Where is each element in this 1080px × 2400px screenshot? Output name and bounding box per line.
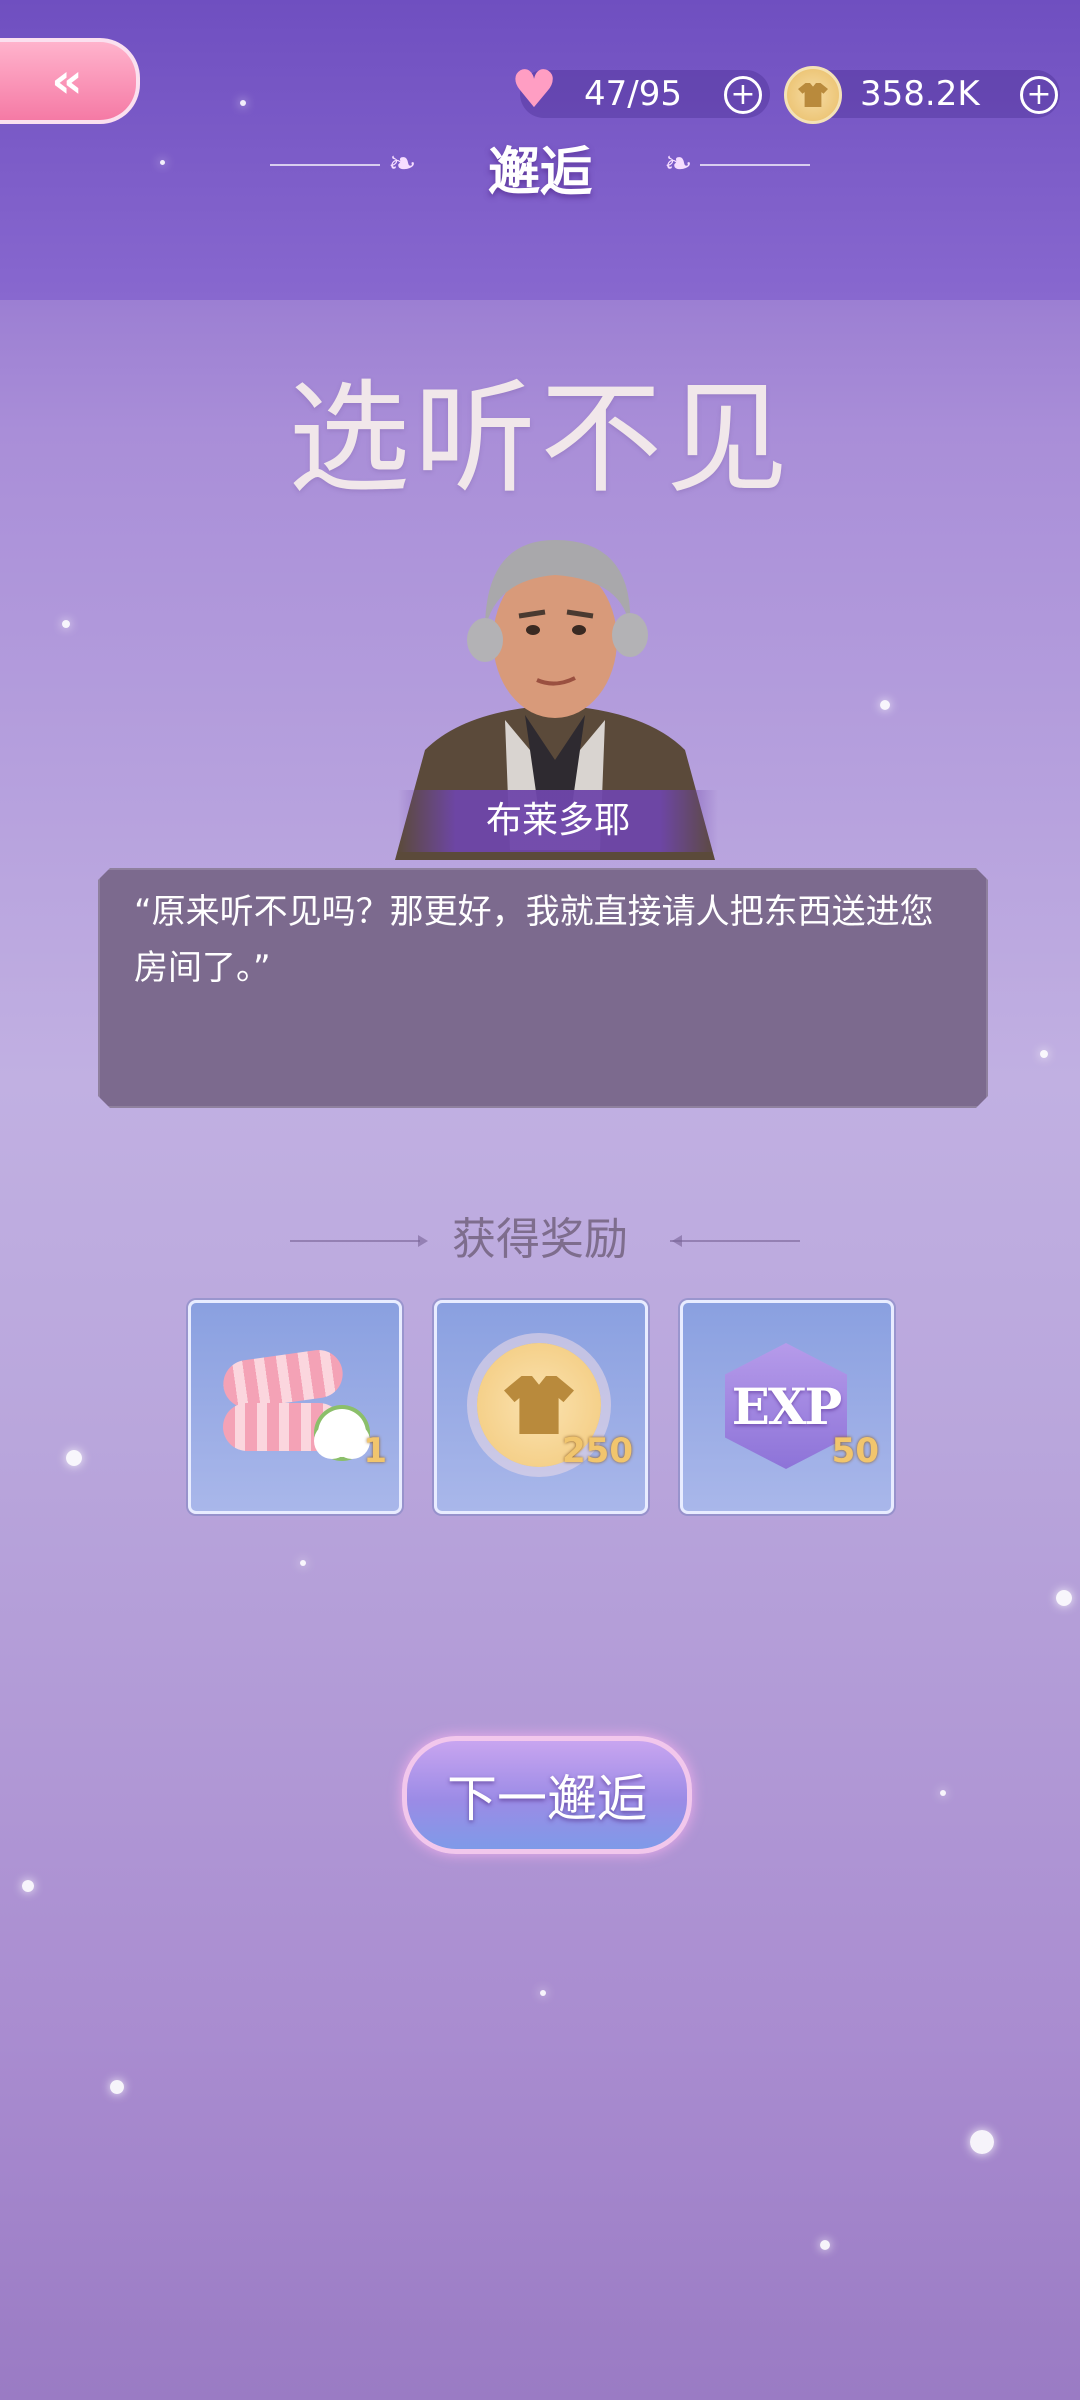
- exp-icon: EXP: [725, 1343, 847, 1469]
- double-chevron-left-icon: ‹‹: [51, 53, 82, 109]
- sparkle-decoration: [66, 1450, 82, 1466]
- rewards-label: 获得奖励: [452, 1214, 628, 1265]
- exp-label: EXP: [731, 1376, 843, 1436]
- reward-item-currency[interactable]: 250: [434, 1300, 648, 1514]
- rewards-header: 获得奖励: [0, 1210, 1080, 1270]
- dialog-box: “原来听不见吗？那更好，我就直接请人把东西送进您房间了。”: [98, 868, 988, 1108]
- sparkle-decoration: [300, 1560, 306, 1566]
- reward-count: 250: [562, 1431, 633, 1471]
- sparkle-decoration: [22, 1880, 34, 1892]
- header: ❧ ❧ 邂逅: [0, 130, 1080, 203]
- character-name: 布莱多耶: [398, 790, 718, 852]
- sparkle-decoration: [970, 2130, 994, 2154]
- stamina-value: 47/95: [584, 74, 682, 114]
- reward-count: 1: [363, 1431, 387, 1471]
- sparkle-decoration: [940, 1790, 946, 1796]
- reward-item-towel[interactable]: 1: [188, 1300, 402, 1514]
- back-button[interactable]: ‹‹: [0, 38, 140, 124]
- sparkle-decoration: [1056, 1590, 1072, 1606]
- sparkle-decoration: [62, 620, 70, 628]
- encounter-title: 选听不见: [288, 368, 792, 510]
- currency-value: 358.2K: [860, 74, 980, 114]
- page-title: 邂逅: [487, 143, 592, 203]
- reward-item-exp[interactable]: EXP 50: [680, 1300, 894, 1514]
- add-currency-button[interactable]: +: [1020, 76, 1058, 114]
- sparkle-decoration: [110, 2080, 124, 2094]
- sparkle-decoration: [540, 1990, 546, 1996]
- sparkle-decoration: [1040, 1050, 1048, 1058]
- coin-shirt-icon: [784, 66, 842, 124]
- sparkle-decoration: [820, 2240, 830, 2250]
- add-stamina-button[interactable]: +: [724, 76, 762, 114]
- sparkle-decoration: [240, 100, 246, 106]
- reward-count: 50: [831, 1431, 879, 1471]
- sparkle-decoration: [880, 700, 890, 710]
- next-encounter-button[interactable]: 下一邂逅: [402, 1736, 692, 1854]
- heart-icon: ♥: [510, 60, 558, 120]
- dialog-text: “原来听不见吗？那更好，我就直接请人把东西送进您房间了。”: [134, 892, 934, 988]
- towel-cotton-icon: [220, 1346, 366, 1459]
- next-encounter-label: 下一邂逅: [447, 1770, 647, 1828]
